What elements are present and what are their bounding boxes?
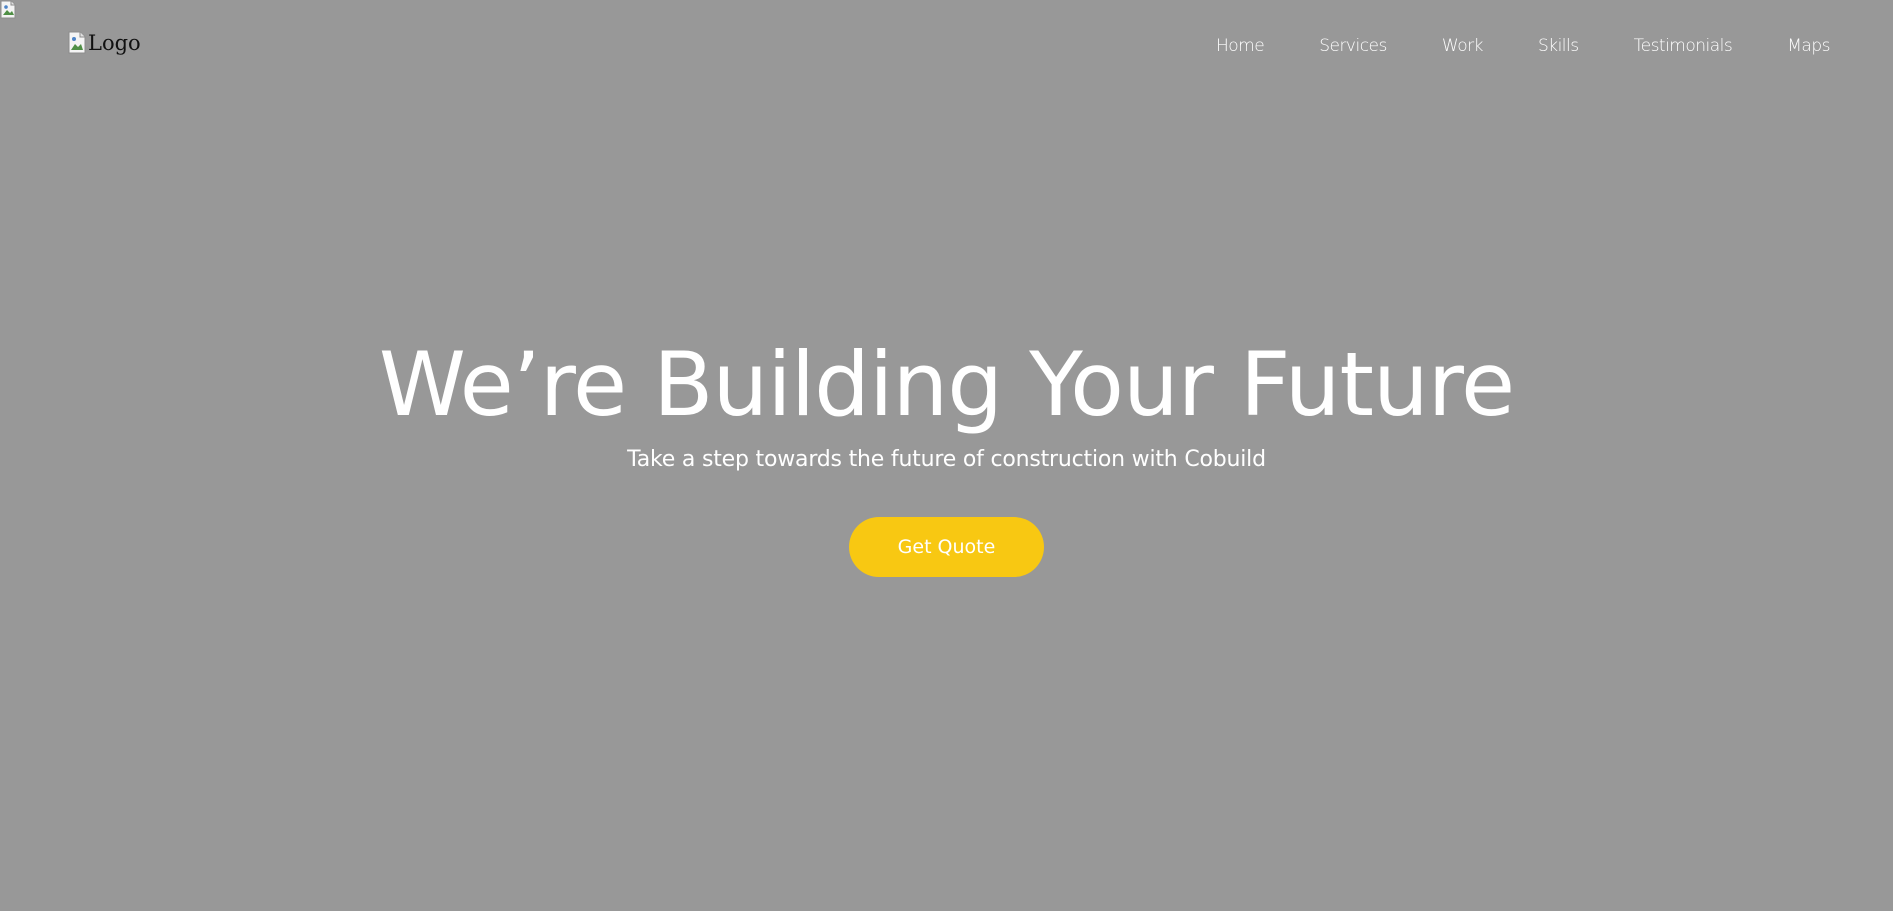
nav-item-maps[interactable]: Maps bbox=[1787, 34, 1830, 58]
get-quote-button[interactable]: Get Quote bbox=[849, 517, 1044, 577]
site-logo[interactable]: Logo bbox=[68, 31, 141, 55]
logo-alt-text: Logo bbox=[88, 31, 141, 55]
hero-section: We’re Building Your Future Take a step t… bbox=[0, 329, 1893, 577]
broken-image-icon bbox=[68, 31, 88, 55]
main-navigation: Home Services Work Skills Testimonials M… bbox=[1216, 34, 1831, 58]
nav-item-work[interactable]: Work bbox=[1442, 34, 1484, 58]
nav-item-testimonials[interactable]: Testimonials bbox=[1634, 34, 1733, 58]
nav-item-home[interactable]: Home bbox=[1216, 34, 1265, 58]
nav-item-services[interactable]: Services bbox=[1319, 34, 1387, 58]
hero-subtitle: Take a step towards the future of constr… bbox=[627, 447, 1266, 472]
nav-item-skills[interactable]: Skills bbox=[1538, 34, 1579, 58]
hero-title: We’re Building Your Future bbox=[378, 333, 1515, 436]
site-header: Logo Home Services Work Skills Testimoni… bbox=[0, 0, 1893, 94]
